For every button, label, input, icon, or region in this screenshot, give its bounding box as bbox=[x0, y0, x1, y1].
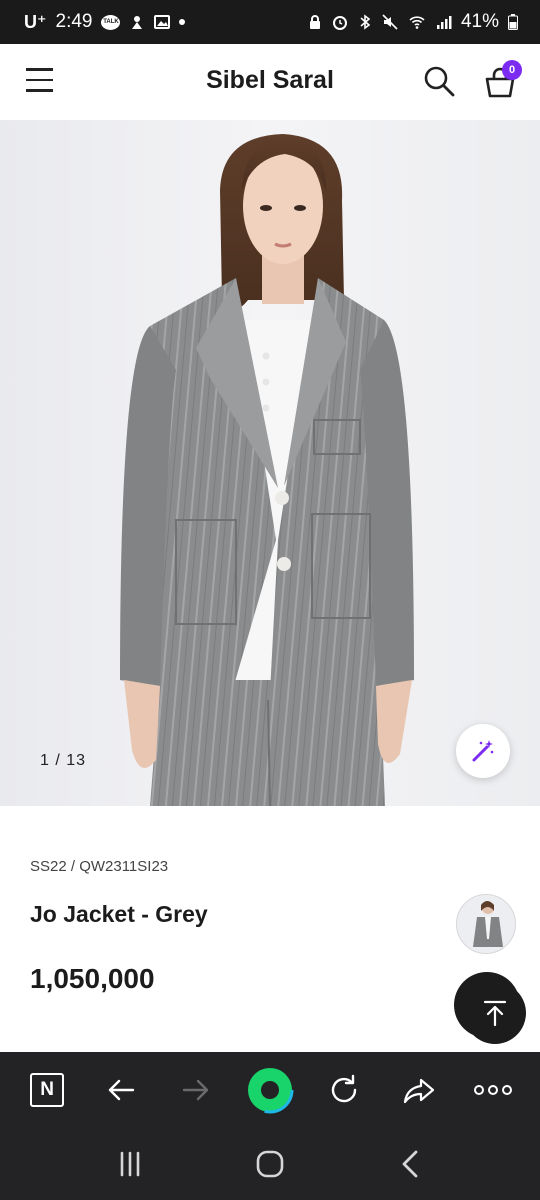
talk-icon: TALK bbox=[101, 14, 121, 30]
back-icon bbox=[402, 1150, 418, 1178]
share-button[interactable] bbox=[395, 1066, 443, 1114]
app-header: Sibel Saral 0 bbox=[0, 44, 540, 120]
back-arrow-icon bbox=[109, 1079, 135, 1101]
search-icon bbox=[424, 66, 455, 97]
refresh-icon bbox=[332, 1074, 357, 1103]
naver-home-button[interactable]: N bbox=[23, 1066, 71, 1114]
green-dot-icon bbox=[246, 1066, 294, 1114]
more-icon bbox=[473, 1085, 512, 1095]
product-thumbnail-image bbox=[473, 901, 503, 947]
search-button[interactable] bbox=[422, 64, 456, 98]
bluetooth-icon bbox=[360, 14, 371, 30]
naver-icon: N bbox=[30, 1073, 65, 1107]
brand-title: Sibel Saral bbox=[206, 66, 334, 94]
share-icon bbox=[403, 1078, 434, 1104]
product-price: 1,050,000 bbox=[30, 963, 155, 994]
product-photo bbox=[120, 134, 414, 806]
forward-arrow-icon bbox=[182, 1079, 208, 1101]
product-image-carousel[interactable]: 1 / 13 bbox=[0, 120, 540, 806]
back-button[interactable] bbox=[97, 1066, 145, 1114]
product-thumbnail[interactable] bbox=[456, 894, 516, 954]
clock: 2:49 bbox=[55, 11, 93, 32]
dot-icon bbox=[179, 19, 186, 25]
product-sku: SS22 / QW2311SI23 bbox=[30, 858, 169, 875]
green-dot-button[interactable] bbox=[246, 1066, 294, 1114]
product-info: SS22 / QW2311SI23 Jo Jacket - Grey 1,050… bbox=[0, 806, 540, 1052]
product-name: Jo Jacket - Grey bbox=[30, 901, 208, 927]
status-bar: U⁺ 2:49 TALK 41% bbox=[0, 0, 540, 44]
alarm-icon bbox=[332, 16, 347, 30]
refresh-button[interactable] bbox=[320, 1066, 368, 1114]
wifi-icon bbox=[409, 16, 425, 29]
scroll-to-top-button[interactable] bbox=[464, 982, 526, 1044]
browser-toolbar: N bbox=[0, 1052, 540, 1128]
battery-label: 41% bbox=[460, 11, 499, 32]
signal-icon bbox=[436, 16, 452, 29]
arrow-up-to-top-icon bbox=[483, 1000, 507, 1027]
mute-icon bbox=[382, 14, 398, 30]
menu-button[interactable] bbox=[26, 68, 54, 96]
notification-icon bbox=[132, 16, 143, 29]
image-counter: 1 / 13 bbox=[40, 752, 87, 769]
system-nav-bar bbox=[0, 1128, 540, 1200]
magic-wand-button[interactable] bbox=[456, 724, 510, 778]
forward-button[interactable] bbox=[172, 1066, 220, 1114]
home-icon bbox=[256, 1150, 284, 1178]
status-right: 41% bbox=[307, 11, 518, 33]
lock-icon bbox=[309, 15, 320, 29]
hamburger-icon bbox=[26, 68, 54, 92]
carrier-label: U⁺ bbox=[24, 11, 47, 32]
home-button[interactable] bbox=[242, 1136, 298, 1192]
recent-apps-button[interactable] bbox=[102, 1136, 158, 1192]
cart-count-badge: 0 bbox=[502, 60, 522, 80]
status-left: U⁺ 2:49 TALK bbox=[24, 11, 186, 33]
more-button[interactable] bbox=[469, 1066, 517, 1114]
battery-icon bbox=[508, 14, 518, 30]
recent-apps-icon bbox=[120, 1151, 140, 1177]
magic-wand-icon bbox=[472, 740, 494, 762]
image-icon bbox=[154, 15, 171, 29]
system-back-button[interactable] bbox=[382, 1136, 438, 1192]
